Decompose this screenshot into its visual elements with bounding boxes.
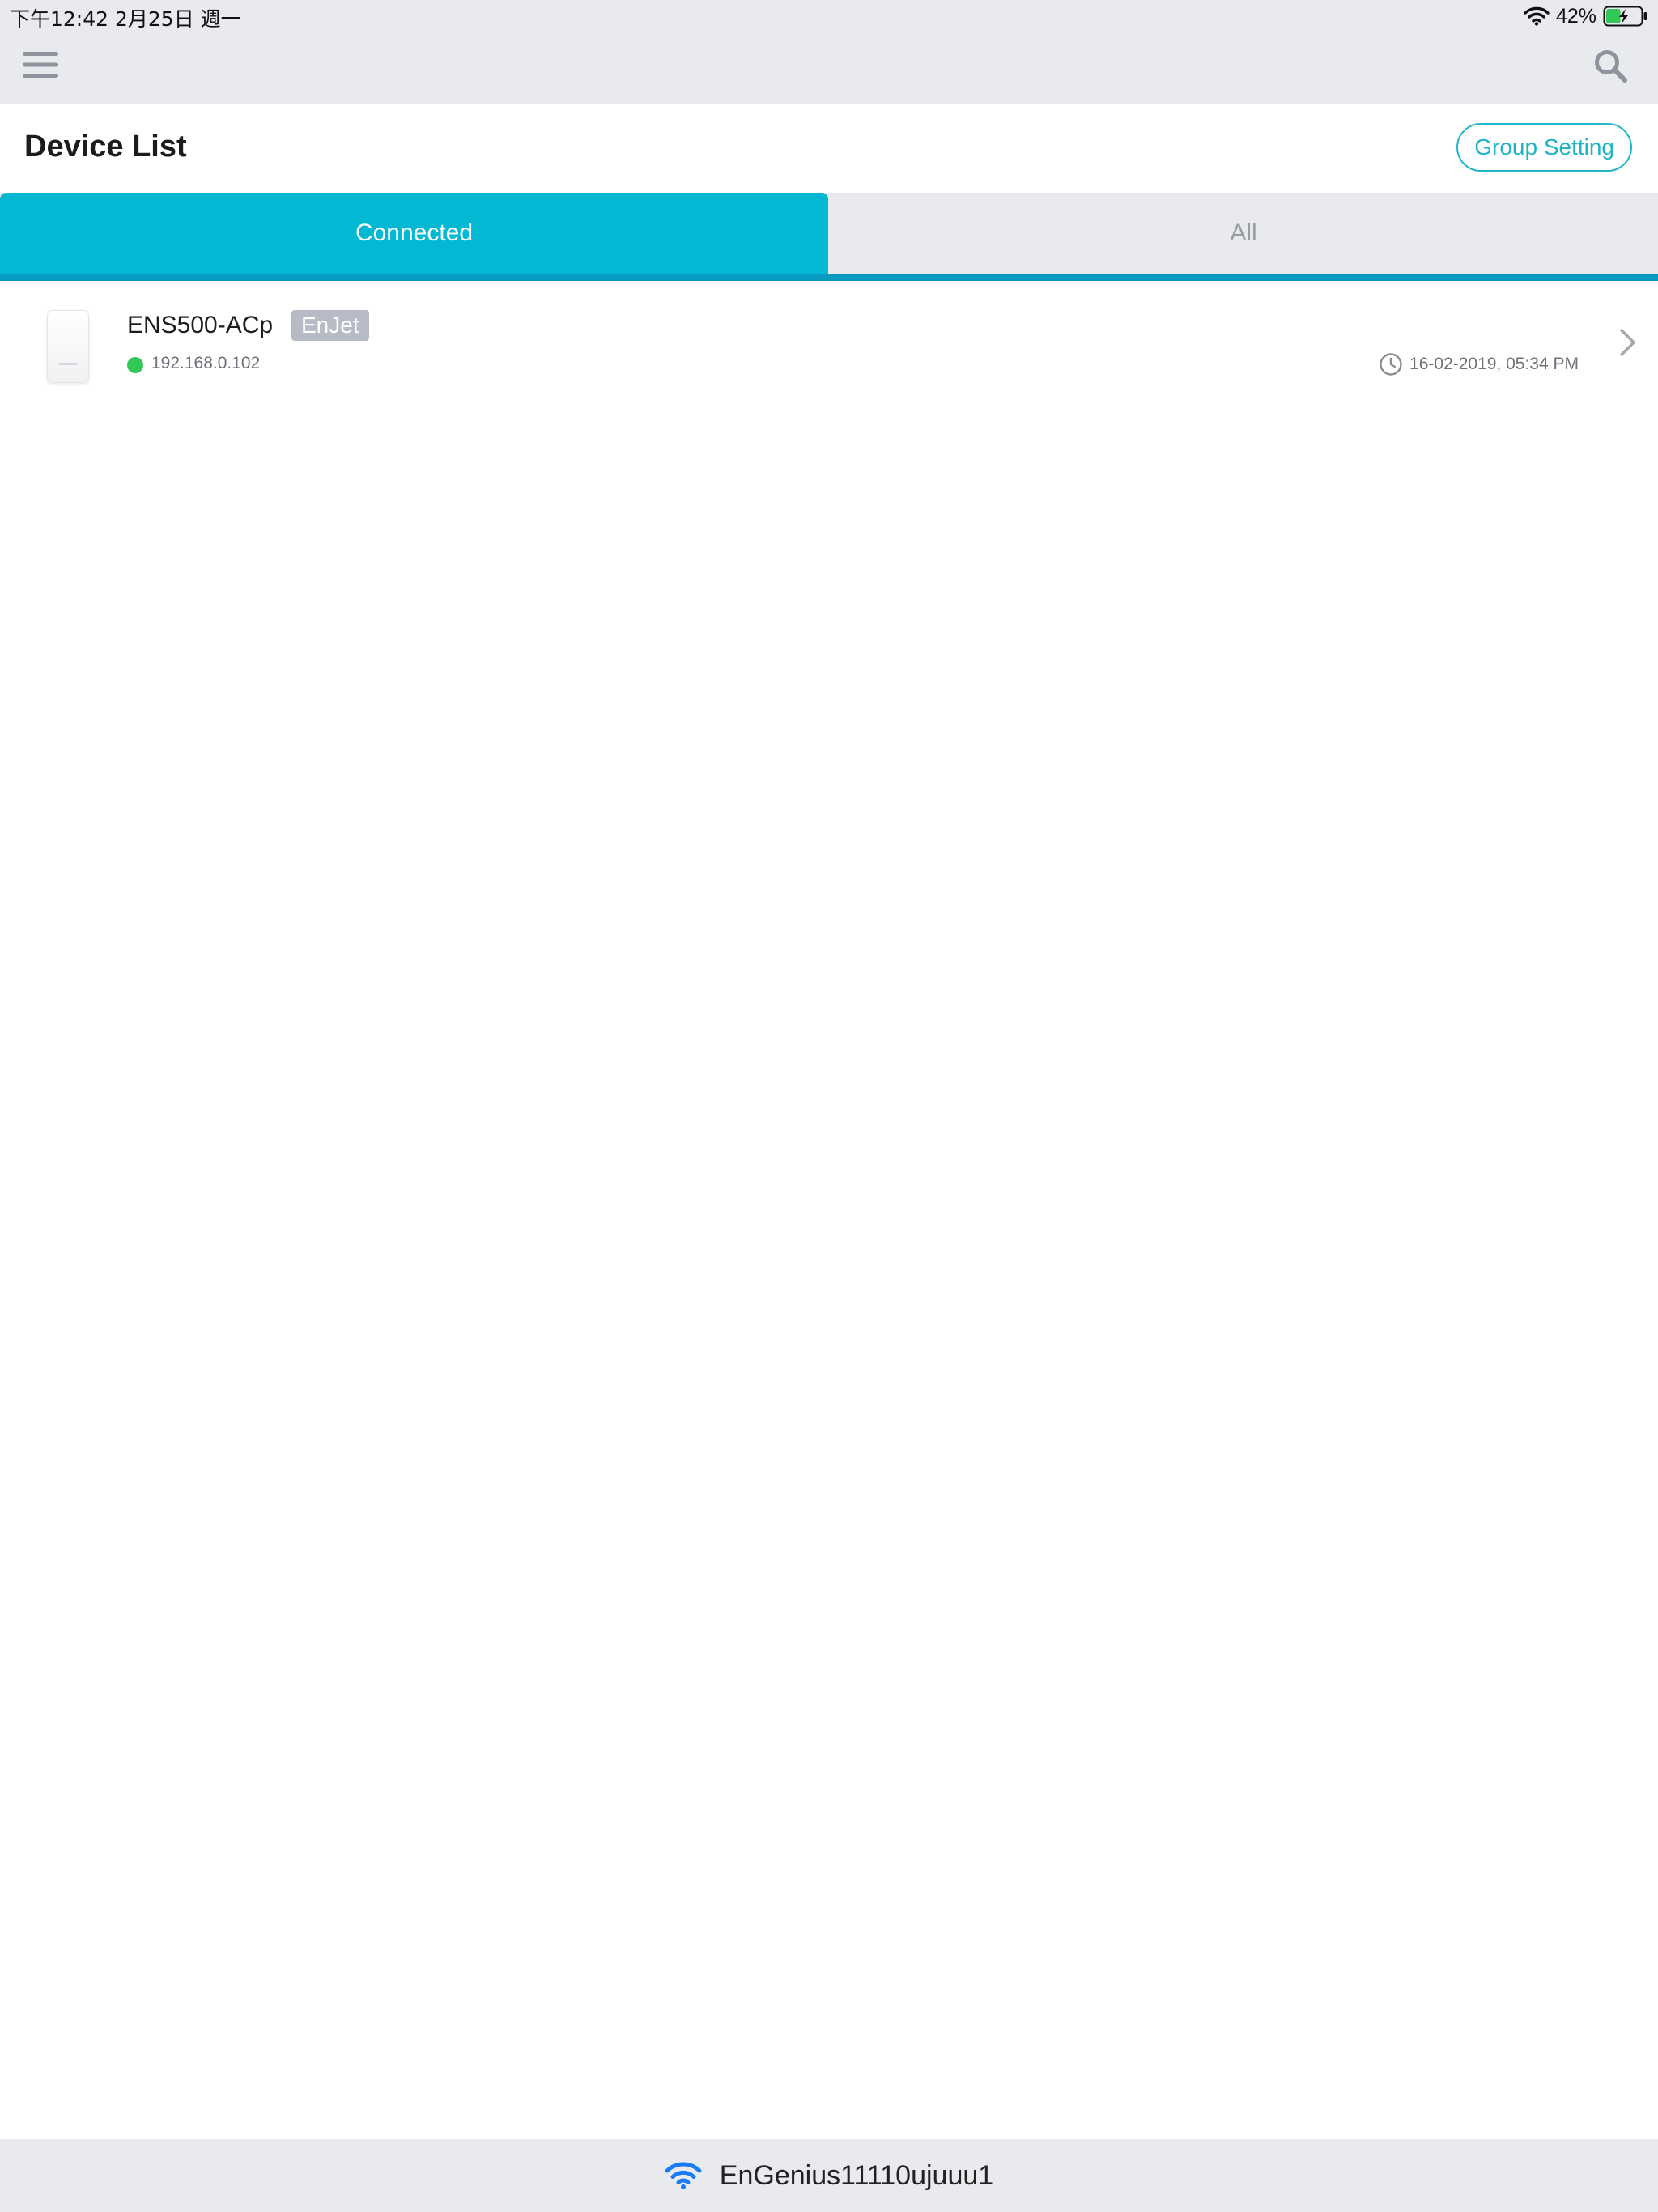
- status-bar: 下午12:42 2月25日 週一 42%: [0, 0, 1658, 32]
- chevron-right-icon: [1620, 329, 1635, 356]
- clock-icon: [1380, 353, 1402, 376]
- page-title: Device List: [24, 130, 187, 164]
- device-model-badge: EnJet: [291, 310, 369, 341]
- status-indicators: 42%: [1524, 3, 1648, 29]
- tabs-underline: [0, 274, 1658, 281]
- network-footer: EnGenius11110ujuuu1: [0, 2139, 1658, 2212]
- device-list-item[interactable]: ENS500-ACp EnJet 192.168.0.102 16-02-201…: [0, 281, 1658, 396]
- device-last-seen: 16-02-2019, 05:34 PM: [1379, 352, 1579, 376]
- battery-percent: 42%: [1555, 4, 1596, 28]
- wifi-status-icon: [1524, 6, 1550, 26]
- menu-button[interactable]: [23, 50, 65, 86]
- device-name: ENS500-ACp: [127, 312, 274, 338]
- online-status-dot: [127, 357, 143, 373]
- status-time-date: 下午12:42 2月25日 週一: [10, 7, 241, 31]
- device-last-seen-time: 16-02-2019, 05:34 PM: [1409, 355, 1579, 373]
- connected-ssid: EnGenius11110ujuuu1: [719, 2159, 994, 2191]
- group-setting-button[interactable]: Group Setting: [1456, 123, 1632, 172]
- tab-connected[interactable]: Connected: [0, 193, 828, 274]
- device-filter-tabs: Connected All: [0, 193, 1658, 274]
- tab-all[interactable]: All: [829, 193, 1658, 274]
- top-nav-bar: [0, 32, 1658, 104]
- search-icon: [1595, 50, 1627, 83]
- page-header: Device List Group Setting: [0, 104, 1658, 193]
- battery-charging-icon: [1603, 6, 1647, 27]
- search-button[interactable]: [1593, 49, 1632, 87]
- device-ip-address: 192.168.0.102: [151, 354, 261, 372]
- wifi-icon: [665, 2162, 702, 2189]
- device-image: [47, 310, 89, 383]
- hamburger-menu-icon: [23, 52, 58, 78]
